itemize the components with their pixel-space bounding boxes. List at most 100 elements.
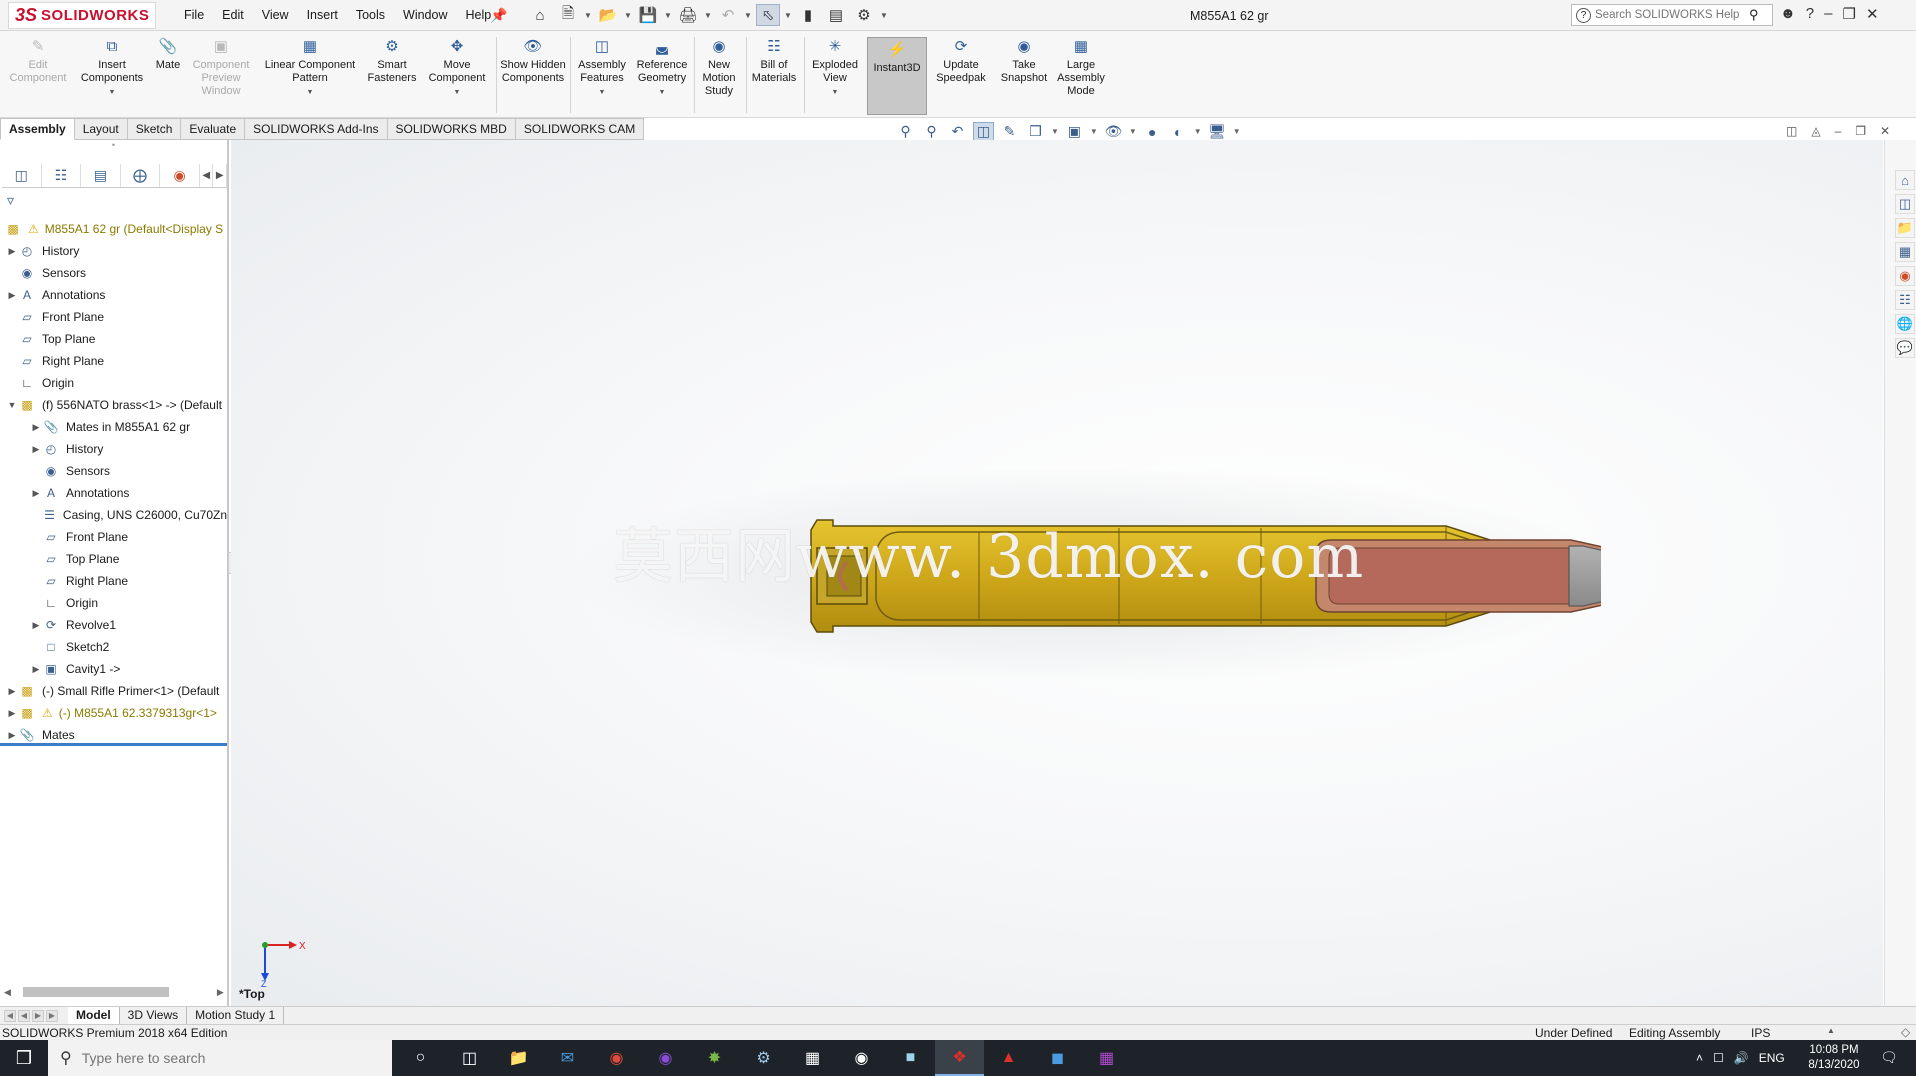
tree-item-sketch2[interactable]: □ Sketch2 bbox=[0, 636, 227, 658]
tab-evaluate[interactable]: Evaluate bbox=[181, 118, 246, 140]
solidworks-forum-icon[interactable]: 🌐 bbox=[1895, 314, 1915, 334]
acrobat-icon[interactable]: ▲ bbox=[984, 1040, 1033, 1076]
tile-right-icon[interactable]: ◬ bbox=[1811, 124, 1820, 138]
zoom-to-area-icon[interactable]: ⚲ bbox=[921, 122, 942, 141]
chevron-down-icon[interactable]: ▼ bbox=[307, 86, 314, 99]
tree-item-brass-part[interactable]: ▼ ▩ (f) 556NATO brass<1> -> (Default bbox=[0, 394, 227, 416]
network-icon[interactable]: ☐ bbox=[1713, 1051, 1724, 1065]
expand-arrow-icon[interactable]: ▶ bbox=[30, 444, 42, 455]
show-hidden-components-button[interactable]: 👁 Show Hidden Components bbox=[500, 35, 566, 85]
chevron-up-icon[interactable]: ▲ bbox=[1827, 1026, 1835, 1035]
instant3d-button[interactable]: ⚡ Instant3D bbox=[867, 37, 927, 115]
tab-motion-study-1[interactable]: Motion Study 1 bbox=[187, 1007, 285, 1024]
tree-item-material[interactable]: ☰ Casing, UNS C26000, Cu70Zn bbox=[0, 504, 227, 526]
calculator-icon[interactable]: ▦ bbox=[788, 1040, 837, 1076]
tree-item-revolve1[interactable]: ▶ ⟳ Revolve1 bbox=[0, 614, 227, 636]
design-library-icon[interactable]: ◫ bbox=[1895, 194, 1915, 214]
apply-scene-icon[interactable]: ◐ bbox=[1168, 122, 1189, 141]
open-folder-icon[interactable]: 📂 bbox=[596, 4, 620, 26]
expand-arrow-icon[interactable]: ▶ bbox=[6, 730, 18, 741]
app-icon[interactable]: ◉ bbox=[837, 1040, 886, 1076]
help-icon[interactable]: ? bbox=[1806, 5, 1814, 23]
taskbar-clock[interactable]: 10:08 PM 8/13/2020 bbox=[1802, 1043, 1866, 1073]
chevron-up-icon[interactable]: ˄ bbox=[1696, 1051, 1703, 1065]
dimxpert-tab-icon[interactable]: ⨁ bbox=[121, 164, 161, 187]
save-icon[interactable]: 💾 bbox=[636, 4, 660, 26]
steam-icon[interactable]: ⚙ bbox=[739, 1040, 788, 1076]
linear-pattern-button[interactable]: ▦ Linear Component Pattern ▼ bbox=[258, 35, 362, 99]
search-icon[interactable]: ⚲ bbox=[1749, 7, 1759, 23]
zoom-to-fit-icon[interactable]: ⚲ bbox=[895, 122, 916, 141]
edit-appearance-icon[interactable]: ● bbox=[1142, 122, 1163, 141]
language-indicator[interactable]: ENG bbox=[1759, 1051, 1785, 1065]
expand-arrow-icon[interactable]: ▶ bbox=[30, 664, 42, 675]
hide-show-items-icon[interactable]: 👁 bbox=[1103, 122, 1124, 141]
new-document-icon[interactable]: 🗎 bbox=[556, 4, 580, 26]
prev-tab-icon[interactable]: ◀ bbox=[18, 1009, 30, 1022]
tree-item-origin[interactable]: ∟ Origin bbox=[0, 372, 227, 394]
assembly-features-button[interactable]: ◫ Assembly Features ▼ bbox=[574, 35, 630, 99]
volume-icon[interactable]: 🔊 bbox=[1734, 1051, 1749, 1065]
home-icon[interactable]: ⌂ bbox=[528, 4, 552, 26]
chevron-down-icon[interactable]: ▼ bbox=[664, 11, 672, 20]
feature-tree-tab-icon[interactable]: ◫ bbox=[2, 164, 42, 187]
view-palette-icon[interactable]: ▦ bbox=[1895, 242, 1915, 262]
tree-item-part-right-plane[interactable]: ▱ Right Plane bbox=[0, 570, 227, 592]
file-explorer-icon[interactable]: 📁 bbox=[494, 1040, 543, 1076]
steel-penetrator[interactable] bbox=[1568, 545, 1601, 607]
expand-arrow-icon[interactable]: ▶ bbox=[30, 422, 42, 433]
section-view-icon[interactable]: ◫ bbox=[973, 122, 994, 141]
user-icon[interactable]: ☻ bbox=[1780, 5, 1796, 23]
chevron-down-icon[interactable]: ▼ bbox=[109, 86, 116, 99]
exploded-view-button[interactable]: ✳ Exploded View ▼ bbox=[808, 35, 862, 99]
quick-tips-icon[interactable]: ◇ bbox=[1901, 1025, 1910, 1039]
app-icon[interactable]: ✸ bbox=[690, 1040, 739, 1076]
new-motion-study-button[interactable]: ◉ New Motion Study bbox=[698, 35, 740, 98]
tree-item-sensors[interactable]: ◉ Sensors bbox=[0, 262, 227, 284]
tree-item-part-front-plane[interactable]: ▱ Front Plane bbox=[0, 526, 227, 548]
tree-item-top-plane[interactable]: ▱ Top Plane bbox=[0, 328, 227, 350]
bullet-core-copper[interactable] bbox=[1328, 547, 1570, 605]
mail-icon[interactable]: ✉ bbox=[543, 1040, 592, 1076]
tab-layout[interactable]: Layout bbox=[74, 118, 128, 140]
tor-browser-icon[interactable]: ◉ bbox=[641, 1040, 690, 1076]
chevron-down-icon[interactable]: ▼ bbox=[704, 11, 712, 20]
expand-arrow-icon[interactable]: ▶ bbox=[30, 488, 42, 499]
chevron-down-icon[interactable]: ▼ bbox=[584, 11, 592, 20]
print-icon[interactable]: 🖨 bbox=[676, 4, 700, 26]
minimize-icon[interactable]: – bbox=[1824, 5, 1832, 23]
chevron-down-icon[interactable]: ▼ bbox=[880, 11, 888, 20]
smart-fasteners-button[interactable]: ⚙ Smart Fasteners bbox=[364, 35, 420, 85]
next-tab-icon[interactable]: ▶ bbox=[32, 1009, 44, 1022]
tree-horizontal-scrollbar[interactable]: ◀ ▶ bbox=[4, 985, 224, 999]
property-manager-tab-icon[interactable]: ☷ bbox=[42, 164, 82, 187]
edit-component-button[interactable]: ✎ Edit Component bbox=[6, 35, 70, 85]
tab-cam[interactable]: SOLIDWORKS CAM bbox=[515, 118, 645, 140]
scroll-right-icon[interactable]: ▶ bbox=[217, 987, 224, 998]
menu-view[interactable]: View bbox=[253, 8, 298, 22]
chevron-down-icon[interactable]: ▼ bbox=[1194, 127, 1202, 136]
rebuild-icon[interactable]: ▮ bbox=[796, 4, 820, 26]
file-properties-icon[interactable]: ▤ bbox=[824, 4, 848, 26]
tree-item-mates-in[interactable]: ▶ 📎 Mates in M855A1 62 gr bbox=[0, 416, 227, 438]
chevron-down-icon[interactable]: ▼ bbox=[659, 86, 666, 99]
winrar-icon[interactable]: ▦ bbox=[1082, 1040, 1131, 1076]
tree-item-part-history[interactable]: ▶ ◴ History bbox=[0, 438, 227, 460]
panel-grip[interactable]: • bbox=[0, 140, 227, 155]
options-gear-icon[interactable]: ⚙ bbox=[852, 4, 876, 26]
undo-icon[interactable]: ↶ bbox=[716, 4, 740, 26]
menu-edit[interactable]: Edit bbox=[213, 8, 253, 22]
taskbar-search-input[interactable] bbox=[81, 1050, 362, 1066]
update-speedpak-button[interactable]: ⟳ Update Speedpak bbox=[932, 35, 990, 85]
expand-arrow-icon[interactable]: ▶ bbox=[6, 708, 18, 719]
tree-item-part-sensors[interactable]: ◉ Sensors bbox=[0, 460, 227, 482]
large-assembly-mode-button[interactable]: ▦ Large Assembly Mode bbox=[1054, 35, 1108, 98]
viewport-restore-icon[interactable]: ❐ bbox=[1855, 124, 1866, 138]
view-orientation-icon[interactable]: ❐ bbox=[1025, 122, 1046, 141]
tab-mbd[interactable]: SOLIDWORKS MBD bbox=[387, 118, 516, 140]
chevron-down-icon[interactable]: ▼ bbox=[1090, 127, 1098, 136]
select-cursor-icon[interactable]: ⬁ bbox=[756, 4, 780, 26]
chevron-down-icon[interactable]: ▼ bbox=[624, 11, 632, 20]
tree-item-part-annotations[interactable]: ▶ A Annotations bbox=[0, 482, 227, 504]
bill-of-materials-button[interactable]: ☷ Bill of Materials bbox=[750, 35, 798, 85]
